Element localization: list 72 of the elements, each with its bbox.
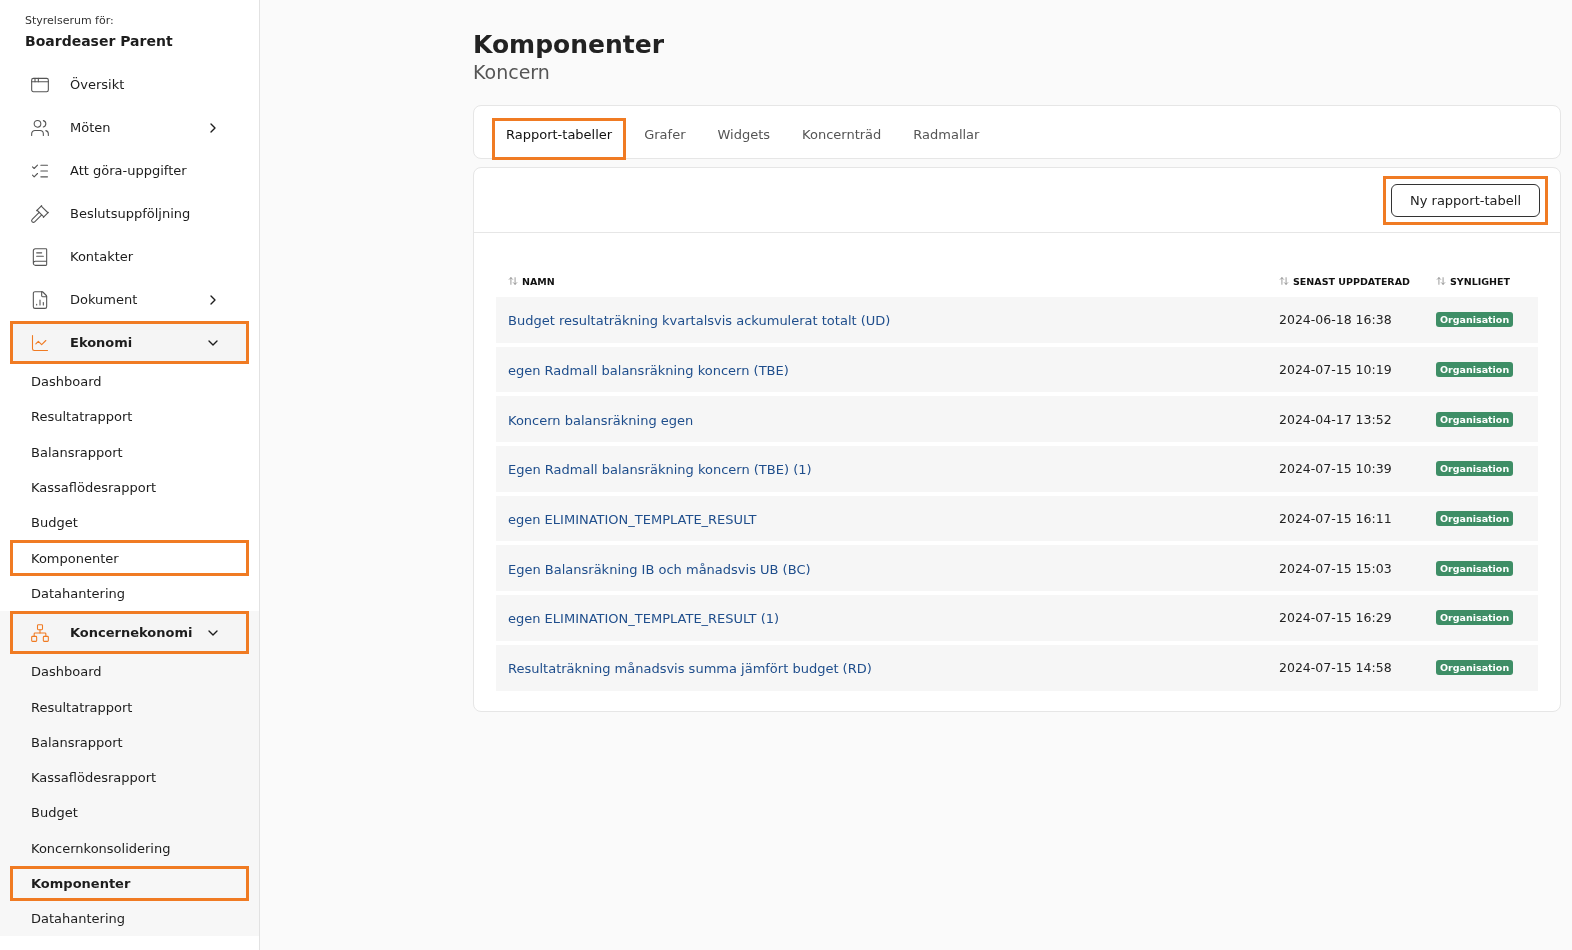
tab[interactable]: Widgets: [703, 118, 785, 160]
nav-icon: [30, 246, 50, 267]
visibility-tag: Organisation: [1436, 511, 1514, 527]
nav-subitem[interactable]: Kassaflödesrapport: [10, 759, 249, 796]
sort-icon: [508, 276, 518, 286]
table-cell-text: 2024-04-17 13:52: [1279, 411, 1393, 427]
sidebar-caption: Styrelserum för:: [24, 14, 115, 27]
nav-icon: [30, 289, 50, 310]
nav-subitem[interactable]: Dashboard: [10, 364, 249, 400]
nav-subitem[interactable]: Datahantering: [10, 901, 249, 937]
table-name-link[interactable]: Egen Radmall balansräkning koncern (TBE) (1): [508, 462, 812, 478]
tab[interactable]: Radmallar: [899, 118, 994, 160]
visibility-tag: Organisation: [1436, 660, 1514, 676]
column-header[interactable]: NAMN: [508, 275, 1279, 287]
column-header[interactable]: SENAST UPPDATERAD: [1279, 275, 1436, 287]
column-header[interactable]: SYNLIGHET: [1436, 275, 1526, 287]
nav-item[interactable]: Dokument: [10, 278, 249, 321]
visibility-tag: Organisation: [1436, 560, 1514, 576]
column-header-label: NAMN: [522, 275, 555, 287]
nav-icon: [30, 332, 50, 353]
table-cell-text: 2024-07-15 14:58: [1279, 660, 1393, 676]
table-name-link[interactable]: egen Radmall balansräkning koncern (TBE): [508, 363, 789, 379]
nav-icon: [30, 203, 50, 224]
table-cell-text: 2024-07-15 10:39: [1279, 461, 1393, 477]
nav-item[interactable]: Översikt: [10, 63, 249, 106]
sort-icon: [1279, 276, 1289, 286]
nav-item[interactable]: Ekonomi: [10, 321, 249, 364]
visibility-tag: Organisation: [1436, 610, 1514, 626]
visibility-tag: Organisation: [1436, 362, 1514, 378]
nav-subitem[interactable]: Resultatrapport: [10, 689, 249, 725]
tab[interactable]: Koncernträd: [788, 118, 896, 160]
nav-subitem[interactable]: Balansrapport: [10, 724, 249, 760]
nav-item[interactable]: Möten: [10, 106, 249, 149]
organization-name: Boardeaser Parent: [24, 33, 174, 49]
nav-item[interactable]: Att göra-uppgifter: [10, 149, 249, 192]
nav-subitem[interactable]: Dashboard: [10, 654, 249, 690]
nav-subitem[interactable]: Koncernkonsolidering: [10, 830, 249, 866]
sort-icon: [1436, 276, 1446, 286]
nav-subitem[interactable]: Datahantering: [10, 575, 249, 612]
table-name-link[interactable]: egen ELIMINATION_TEMPLATE_RESULT (1): [508, 611, 780, 627]
table-cell-text: 2024-06-18 16:38: [1279, 312, 1393, 328]
table-name-link[interactable]: Resultaträkning månadsvis summa jämfört budget (RD): [508, 661, 872, 677]
table-cell-text: 2024-07-15 16:29: [1279, 610, 1393, 626]
page-subtitle: Koncern: [473, 61, 551, 83]
table-name-link[interactable]: Egen Balansräkning IB och månadsvis UB (BC): [508, 561, 811, 577]
nav-subitem[interactable]: Budget: [10, 795, 249, 831]
nav-subitem[interactable]: Komponenter: [10, 865, 249, 902]
table-name-link[interactable]: Budget resultaträkning kvartalsvis ackumulerat totalt (UD): [508, 313, 891, 329]
table-cell-text: 2024-07-15 16:11: [1279, 511, 1393, 527]
nav-subitem[interactable]: Resultatrapport: [10, 399, 249, 435]
table-name-link[interactable]: egen ELIMINATION_TEMPLATE_RESULT: [508, 512, 757, 528]
nav-item[interactable]: Koncernekonomi: [10, 611, 249, 655]
new-table-button[interactable]: Ny rapport-tabell: [1391, 183, 1540, 217]
visibility-tag: Organisation: [1436, 411, 1514, 427]
nav-icon: [30, 622, 50, 643]
nav-item[interactable]: Kontakter: [10, 235, 249, 278]
table-cell-text: 2024-07-15 15:03: [1279, 560, 1393, 576]
table-cell-text: 2024-07-15 10:19: [1279, 362, 1393, 378]
nav-subitem[interactable]: Balansrapport: [10, 434, 249, 470]
nav-item[interactable]: Beslutsuppföljning: [10, 192, 249, 235]
visibility-tag: Organisation: [1436, 312, 1514, 328]
page-title: Komponenter: [473, 30, 665, 59]
nav-subitem[interactable]: Kassaflödesrapport: [10, 469, 249, 506]
tab[interactable]: Rapport-tabeller: [492, 118, 627, 160]
nav-icon: [30, 117, 50, 138]
column-header-label: SENAST UPPDATERAD: [1293, 275, 1410, 287]
nav-subitem[interactable]: Komponenter: [10, 540, 249, 576]
nav-subitem[interactable]: Budget: [10, 505, 249, 541]
visibility-tag: Organisation: [1436, 461, 1514, 477]
tab[interactable]: Grafer: [630, 118, 700, 160]
column-header-label: SYNLIGHET: [1450, 275, 1510, 287]
table-name-link[interactable]: Koncern balansräkning egen: [508, 412, 694, 428]
